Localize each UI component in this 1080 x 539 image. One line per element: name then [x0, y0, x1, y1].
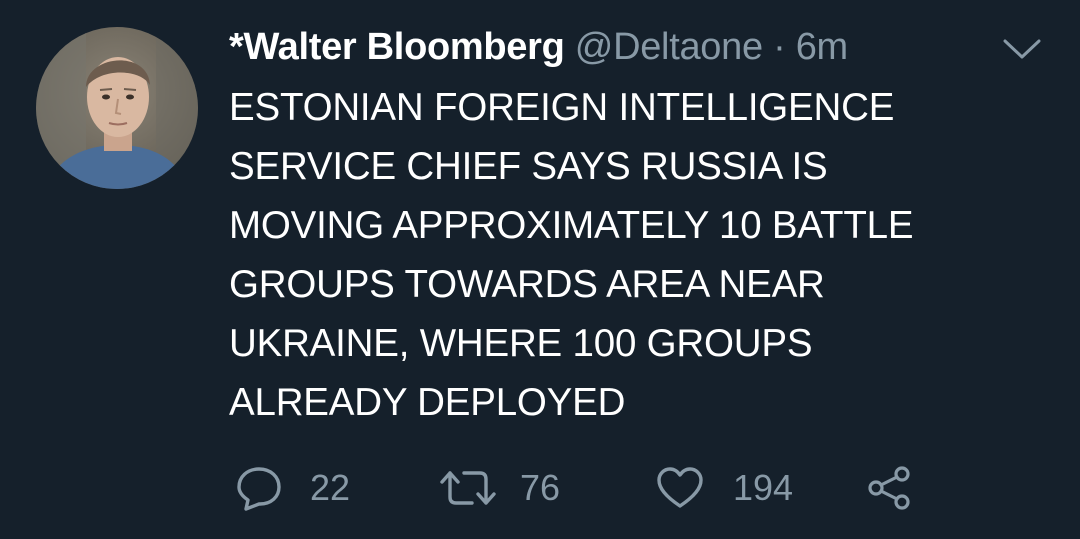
reply-button[interactable]: 22: [234, 462, 350, 514]
chevron-down-icon[interactable]: [1002, 38, 1042, 62]
reply-count: 22: [310, 467, 351, 508]
reply-icon: [234, 465, 284, 511]
tweet-text-line: ALREADY DEPLOYED: [229, 381, 626, 424]
tweet-actions: 22 76 194: [0, 462, 1080, 514]
tweet-text: ESTONIAN FOREIGN INTELLIGENCE SERVICE CH…: [229, 78, 1029, 432]
retweet-button[interactable]: 76: [438, 462, 560, 514]
tweet-text-line: MOVING APPROXIMATELY 10 BATTLE: [229, 204, 914, 247]
tweet-text-line: GROUPS TOWARDS AREA NEAR: [229, 263, 825, 306]
like-count: 194: [733, 467, 794, 508]
tweet-text-line: UKRAINE, WHERE 100 GROUPS: [229, 322, 813, 365]
avatar-image: [36, 27, 198, 189]
retweet-count: 76: [520, 467, 561, 508]
retweet-icon: [438, 467, 498, 509]
share-icon: [866, 465, 914, 511]
heart-icon: [655, 466, 705, 510]
tweet-header: *Walter Bloomberg @Deltaone · 6m: [229, 24, 848, 70]
avatar[interactable]: [36, 27, 198, 189]
author-handle[interactable]: @Deltaone: [575, 26, 763, 68]
author-name[interactable]: *Walter Bloomberg: [229, 26, 565, 68]
tweet-text-line: SERVICE CHIEF SAYS RUSSIA IS: [229, 145, 828, 188]
tweet-card[interactable]: *Walter Bloomberg @Deltaone · 6m ESTONIA…: [0, 0, 1080, 539]
separator-dot: ·: [773, 26, 786, 68]
share-button[interactable]: [866, 462, 914, 514]
like-button[interactable]: 194: [655, 462, 793, 514]
tweet-timestamp[interactable]: 6m: [796, 26, 849, 68]
tweet-text-line: ESTONIAN FOREIGN INTELLIGENCE: [229, 86, 895, 129]
